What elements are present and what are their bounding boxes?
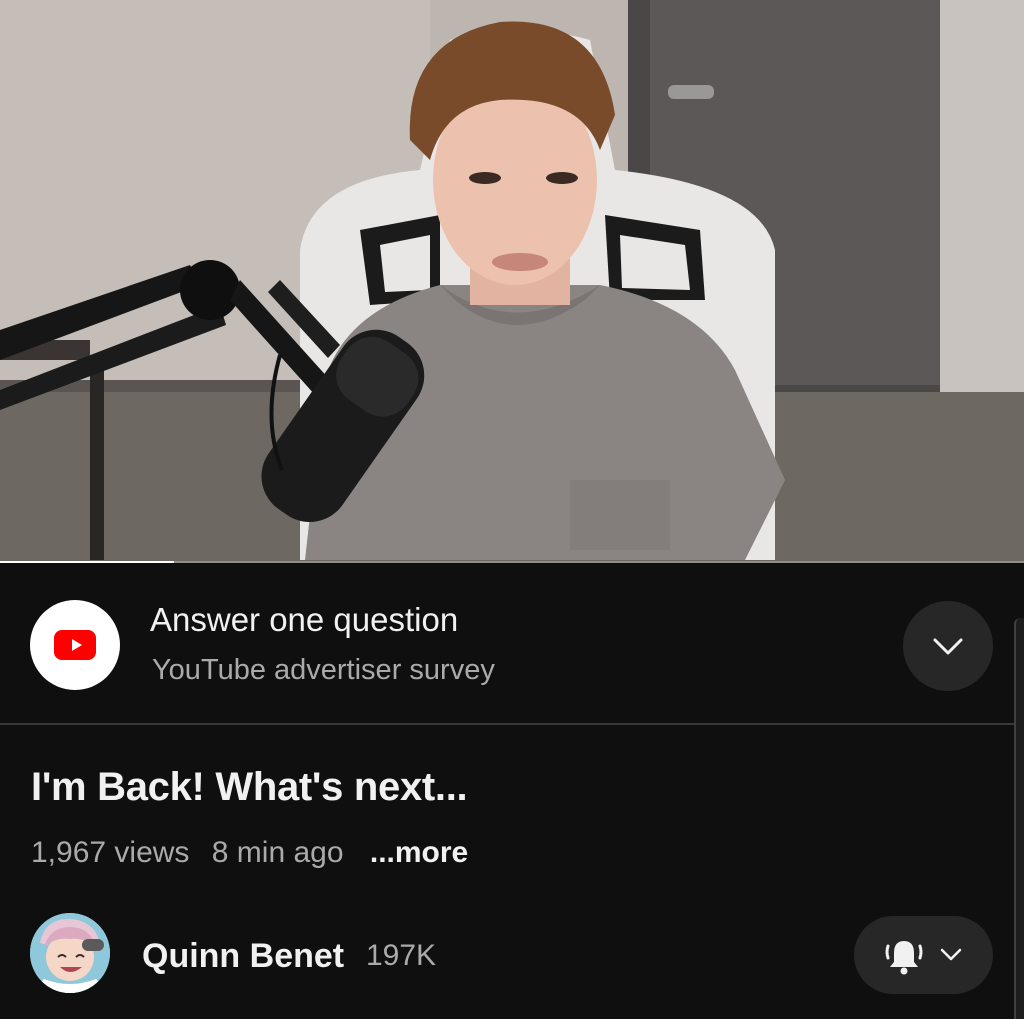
notification-settings-button[interactable] <box>854 916 993 994</box>
advertiser-survey-card[interactable]: Answer one question YouTube advertiser s… <box>0 565 1024 723</box>
view-count: 1,967 views <box>31 836 190 869</box>
video-progress-fill <box>0 561 175 563</box>
video-metadata[interactable]: 1,967 views 8 min ago ...more <box>31 836 482 870</box>
bell-ringing-icon <box>885 941 923 975</box>
upload-age: 8 min ago <box>211 836 344 869</box>
chevron-down-icon <box>940 948 962 961</box>
more-link[interactable]: ...more <box>370 836 468 869</box>
survey-title: Answer one question <box>150 601 459 638</box>
subscriber-count: 197K <box>366 939 437 972</box>
survey-expand-button[interactable] <box>903 601 993 691</box>
channel-name[interactable]: Quinn Benet <box>142 937 344 976</box>
panel-scroll-edge <box>1014 618 1024 1019</box>
video-progress-bar[interactable] <box>0 561 1024 563</box>
survey-subtitle: YouTube advertiser survey <box>152 654 495 686</box>
chevron-down-icon <box>933 638 963 655</box>
avatar-image <box>30 913 110 993</box>
channel-avatar[interactable] <box>30 913 110 993</box>
video-frame-image <box>0 0 1024 563</box>
video-player[interactable] <box>0 0 1024 563</box>
youtube-logo-icon <box>30 600 120 690</box>
video-title[interactable]: I'm Back! What's next... <box>31 765 468 810</box>
section-divider <box>0 723 1024 725</box>
